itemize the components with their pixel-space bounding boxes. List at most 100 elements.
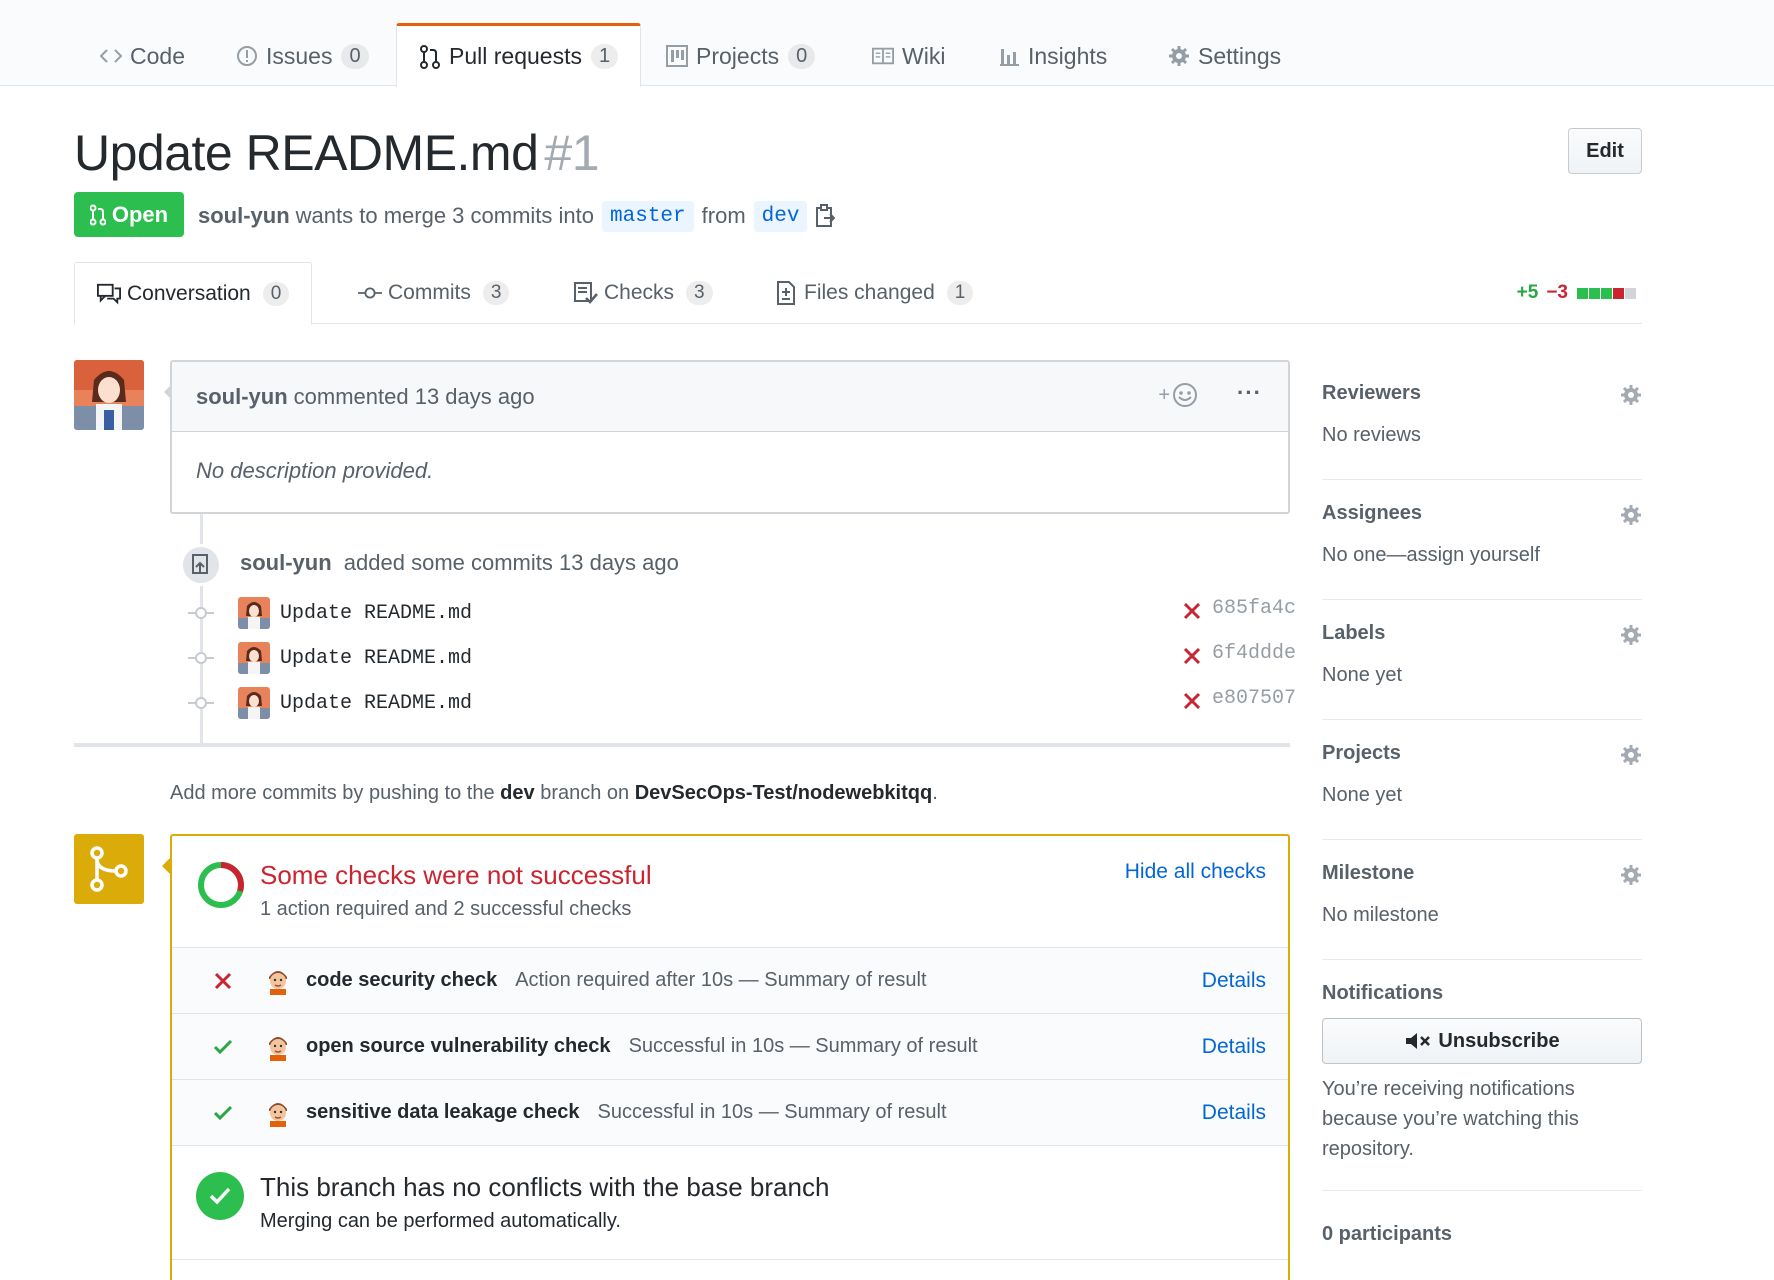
tab-files-changed[interactable]: Files changed 1 [774, 262, 974, 324]
diffstat-block [1625, 287, 1636, 299]
avatar[interactable] [74, 360, 144, 430]
repo-push-icon [180, 544, 222, 586]
more-options-icon[interactable]: ··· [1237, 380, 1262, 406]
tab-settings-label: Settings [1198, 42, 1282, 69]
commits-event-author-link[interactable]: soul-yun [240, 550, 332, 575]
gear-icon[interactable] [1620, 744, 1642, 771]
avatar[interactable] [238, 642, 270, 674]
tab-conversation[interactable]: Conversation 0 [74, 262, 313, 325]
tab-code[interactable]: Code [100, 36, 185, 76]
commit-sha-link[interactable]: 6f4ddde [1212, 642, 1296, 665]
tab-insights-label: Insights [1028, 42, 1108, 69]
unsubscribe-button[interactable]: Unsubscribe [1322, 1018, 1642, 1064]
comment-author-link[interactable]: soul-yun [196, 384, 288, 410]
issue-icon [236, 45, 258, 67]
tab-issues[interactable]: Issues 0 [236, 36, 369, 76]
merge-status: This branch has no conflicts with the ba… [172, 1146, 1288, 1260]
commit-message-link[interactable]: Update README.md [280, 602, 472, 625]
gear-icon[interactable] [1620, 624, 1642, 651]
sidebar-item-milestone: Milestone No milestone [1322, 840, 1642, 960]
checks-subtitle: 1 action required and 2 successful check… [260, 898, 632, 920]
tab-issues-label: Issues [266, 42, 333, 69]
commit-sha-link[interactable]: e807507 [1212, 687, 1296, 710]
file-diff-icon [774, 281, 798, 305]
diffstat: +5 −3 [1517, 282, 1636, 304]
plus-icon: + [1158, 383, 1170, 406]
files-changed-counter: 1 [946, 281, 974, 305]
edit-button[interactable]: Edit [1568, 128, 1642, 174]
comment-discussion-icon [97, 282, 121, 306]
commit-message-link[interactable]: Update README.md [280, 692, 472, 715]
assign-yourself-link[interactable]: No one—assign yourself [1322, 544, 1540, 567]
details-link[interactable]: Details [1202, 1035, 1266, 1059]
git-merge-icon [74, 834, 144, 904]
tab-checks[interactable]: Checks 3 [574, 262, 713, 324]
tab-commits[interactable]: Commits 3 [358, 262, 510, 324]
notifications-reason: You’re receiving notifications because y… [1322, 1078, 1579, 1160]
tab-settings[interactable]: Settings [1168, 36, 1281, 76]
diffstat-block [1601, 287, 1612, 299]
tab-insights[interactable]: Insights [998, 36, 1107, 76]
sidebar-label: Milestone [1322, 862, 1415, 884]
sidebar-value: No reviews [1322, 424, 1421, 446]
tab-checks-label: Checks [604, 281, 675, 304]
sidebar: Reviewers No reviews Assignees No one—as… [1322, 360, 1642, 1245]
git-commit-icon [186, 598, 216, 628]
pr-title: Update README.md #1 [74, 124, 600, 182]
details-link[interactable]: Details [1202, 1101, 1266, 1125]
hide-all-checks-link[interactable]: Hide all checks [1125, 860, 1266, 884]
git-commit-icon [186, 688, 216, 718]
push-hint-branch: dev [500, 782, 535, 804]
check-name: open source vulnerability check [306, 1035, 611, 1057]
sidebar-label: Reviewers [1322, 382, 1421, 404]
tab-wiki[interactable]: Wiki [872, 36, 945, 76]
x-icon[interactable] [1182, 646, 1202, 671]
check-name: code security check [306, 969, 498, 991]
pull-request-icon [89, 204, 106, 225]
commits-counter: 3 [482, 281, 510, 305]
check-name: sensitive data leakage check [306, 1101, 580, 1123]
head-branch[interactable]: dev [753, 200, 808, 232]
avatar[interactable] [238, 597, 270, 629]
issues-counter: 0 [341, 43, 369, 69]
tab-pull-requests[interactable]: Pull requests 1 [396, 23, 642, 87]
pr-author-link[interactable]: soul-yun [198, 203, 290, 229]
x-icon[interactable] [1182, 691, 1202, 716]
sidebar-label: Projects [1322, 742, 1401, 764]
commit-message-link[interactable]: Update README.md [280, 647, 472, 670]
details-link[interactable]: Details [1202, 969, 1266, 993]
push-hint: Add more commits by pushing to the dev b… [170, 782, 938, 805]
tab-projects[interactable]: Projects 0 [666, 36, 816, 76]
base-branch[interactable]: master [602, 200, 694, 232]
gear-icon[interactable] [1620, 504, 1642, 531]
x-icon [208, 972, 238, 990]
checks-summary: Some checks were not successful 1 action… [172, 836, 1288, 948]
pr-title-text: Update README.md [74, 125, 539, 181]
add-reaction-button[interactable]: + [1158, 382, 1198, 408]
unsubscribe-label: Unsubscribe [1438, 1029, 1560, 1052]
tab-wiki-label: Wiki [902, 42, 946, 69]
tab-code-label: Code [130, 42, 185, 69]
sidebar-value: None yet [1322, 784, 1403, 806]
gear-icon[interactable] [1620, 384, 1642, 411]
push-hint-middle: branch on [540, 782, 630, 804]
tab-files-changed-label: Files changed [804, 281, 935, 304]
sidebar-label: Labels [1322, 622, 1386, 644]
diffstat-block [1577, 287, 1588, 299]
x-icon[interactable] [1182, 601, 1202, 626]
list-item: Update README.md 6f4ddde [186, 640, 1296, 676]
pr-tabs: Conversation 0 Commits 3 Checks 3 Files … [74, 262, 1642, 325]
mute-icon [1406, 1033, 1431, 1049]
graph-icon [998, 45, 1020, 67]
clipboard-icon[interactable] [815, 204, 836, 228]
tab-pull-requests-label: Pull requests [449, 43, 582, 69]
commit-sha-link[interactable]: 685fa4c [1212, 597, 1296, 620]
gear-icon[interactable] [1620, 864, 1642, 891]
pull-requests-counter: 1 [590, 44, 619, 69]
check-circle-icon [196, 1172, 244, 1220]
checks-counter: 3 [686, 281, 713, 305]
diffstat-block [1589, 287, 1600, 299]
git-commit-icon [186, 643, 216, 673]
avatar[interactable] [238, 687, 270, 719]
merge-status-title: This branch has no conflicts with the ba… [260, 1172, 830, 1202]
